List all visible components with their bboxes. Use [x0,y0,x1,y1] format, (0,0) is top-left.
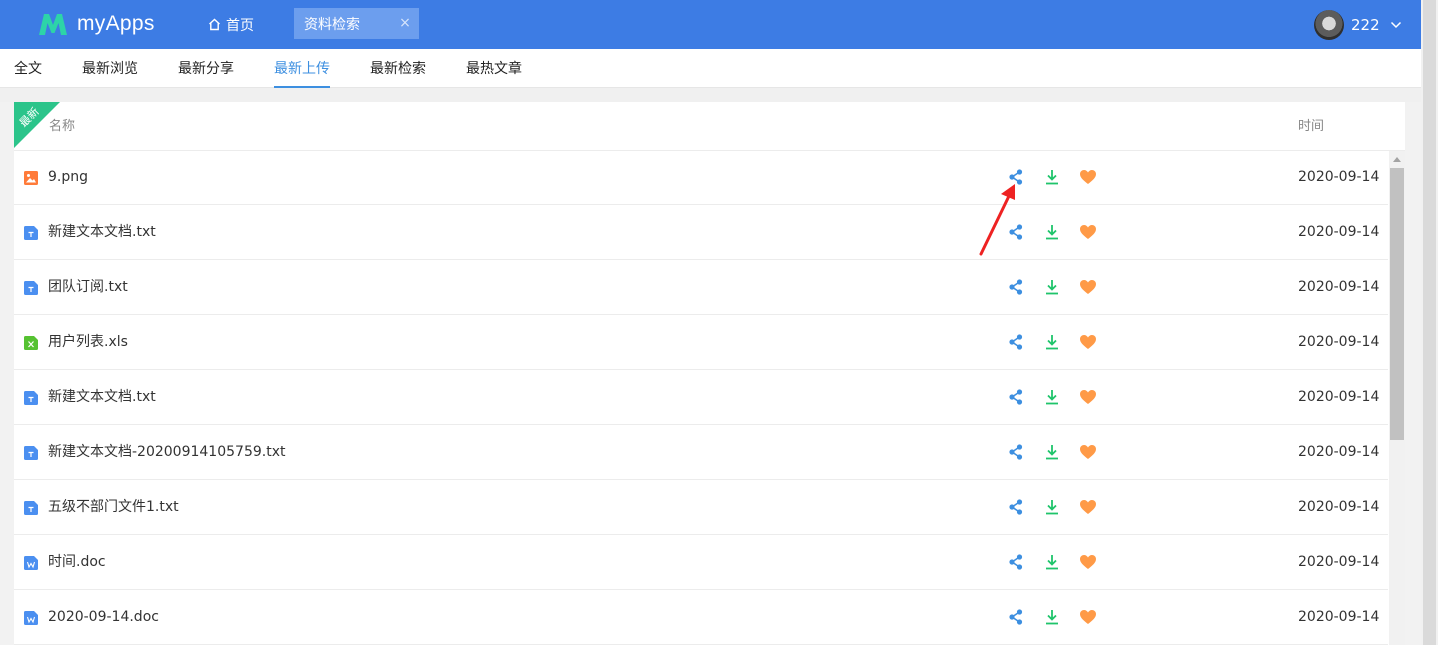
file-date: 2020-09-14 [1298,444,1380,460]
file-name[interactable]: 五级不部门文件1.txt [48,480,179,535]
page-scrollbar[interactable] [1421,0,1438,645]
file-name[interactable]: 时间.doc [48,535,106,590]
file-list-panel: 名称 时间 最新 9.png 2020-09-14 新建文本文档.txt 202… [14,102,1405,645]
subtab-recent-uploaded[interactable]: 最新上传 [274,49,330,88]
download-icon[interactable] [1043,278,1061,296]
tab-resource-search-label: 资料检索 [304,16,360,33]
subtab-recent-shared[interactable]: 最新分享 [178,49,234,88]
user-menu[interactable]: 222 [1314,10,1402,40]
close-icon[interactable]: × [399,15,411,31]
text-file-icon [24,391,38,405]
download-icon[interactable] [1043,498,1061,516]
spreadsheet-file-icon [24,336,38,350]
text-file-icon [24,226,38,240]
download-icon[interactable] [1043,388,1061,406]
subtab-bar: 全文 最新浏览 最新分享 最新上传 最新检索 最热文章 [0,49,1421,88]
file-date: 2020-09-14 [1298,334,1380,350]
share-icon[interactable] [1007,498,1025,516]
avatar[interactable] [1314,10,1344,40]
page-scrollbar-thumb[interactable] [1423,0,1436,645]
share-icon[interactable] [1007,443,1025,461]
download-icon[interactable] [1043,223,1061,241]
share-icon[interactable] [1007,168,1025,186]
share-icon[interactable] [1007,333,1025,351]
nav-home-label: 首页 [226,17,254,34]
table-row[interactable]: 五级不部门文件1.txt 2020-09-14 [14,480,1388,535]
heart-icon[interactable] [1079,223,1097,241]
word-file-icon [24,611,38,625]
heart-icon[interactable] [1079,608,1097,626]
share-icon[interactable] [1007,223,1025,241]
text-file-icon [24,446,38,460]
app-logo[interactable]: myApps [37,9,155,39]
file-name[interactable]: 新建文本文档-20200914105759.txt [48,425,285,480]
image-file-icon [24,171,38,185]
heart-icon[interactable] [1079,498,1097,516]
file-date: 2020-09-14 [1298,224,1380,240]
scroll-up-arrow-icon[interactable] [1393,157,1401,162]
logo-mark-icon [39,14,67,35]
table-row[interactable]: 团队订阅.txt 2020-09-14 [14,260,1388,315]
word-file-icon [24,556,38,570]
top-header: myApps 首页 资料检索 × 222 [0,0,1421,49]
file-date: 2020-09-14 [1298,279,1380,295]
app-name: myApps [77,12,155,35]
file-name[interactable]: 9.png [48,150,88,205]
file-name[interactable]: 团队订阅.txt [48,260,128,315]
file-date: 2020-09-14 [1298,554,1380,570]
text-file-icon [24,501,38,515]
heart-icon[interactable] [1079,553,1097,571]
share-icon[interactable] [1007,553,1025,571]
download-icon[interactable] [1043,168,1061,186]
share-icon[interactable] [1007,278,1025,296]
table-row[interactable]: 用户列表.xls 2020-09-14 [14,315,1388,370]
content-gap [0,88,1421,102]
subtab-hot-articles[interactable]: 最热文章 [466,49,522,88]
heart-icon[interactable] [1079,388,1097,406]
file-date: 2020-09-14 [1298,169,1380,185]
share-icon[interactable] [1007,608,1025,626]
table-row[interactable]: 时间.doc 2020-09-14 [14,535,1388,590]
file-date: 2020-09-14 [1298,389,1380,405]
table-row[interactable]: 新建文本文档.txt 2020-09-14 [14,370,1388,425]
home-icon [209,18,220,31]
file-date: 2020-09-14 [1298,499,1380,515]
subtab-fulltext[interactable]: 全文 [14,49,42,88]
file-name[interactable]: 2020-09-14.doc [48,590,159,645]
download-icon[interactable] [1043,608,1061,626]
chevron-down-icon[interactable] [1390,21,1402,29]
subtab-recent-searched[interactable]: 最新检索 [370,49,426,88]
column-header-time: 时间 [1298,119,1325,134]
download-icon[interactable] [1043,443,1061,461]
file-rows: 9.png 2020-09-14 新建文本文档.txt 2020-09-14 团… [14,150,1388,645]
file-date: 2020-09-14 [1298,609,1380,625]
table-scrollbar[interactable] [1389,151,1405,645]
file-name[interactable]: 新建文本文档.txt [48,370,156,425]
download-icon[interactable] [1043,333,1061,351]
table-scrollbar-thumb[interactable] [1390,168,1404,440]
table-row[interactable]: 新建文本文档.txt 2020-09-14 [14,205,1388,260]
file-name[interactable]: 新建文本文档.txt [48,205,156,260]
tab-resource-search[interactable]: 资料检索 × [294,8,419,39]
table-row[interactable]: 9.png 2020-09-14 [14,150,1388,205]
heart-icon[interactable] [1079,278,1097,296]
heart-icon[interactable] [1079,443,1097,461]
subtab-recent-viewed[interactable]: 最新浏览 [82,49,138,88]
text-file-icon [24,281,38,295]
table-row[interactable]: 2020-09-14.doc 2020-09-14 [14,590,1388,645]
nav-home[interactable]: 首页 [208,0,254,49]
share-icon[interactable] [1007,388,1025,406]
table-row[interactable]: 新建文本文档-20200914105759.txt 2020-09-14 [14,425,1388,480]
heart-icon[interactable] [1079,168,1097,186]
file-name[interactable]: 用户列表.xls [48,315,128,370]
username: 222 [1351,16,1380,34]
table-header: 名称 时间 [14,102,1405,151]
download-icon[interactable] [1043,553,1061,571]
heart-icon[interactable] [1079,333,1097,351]
